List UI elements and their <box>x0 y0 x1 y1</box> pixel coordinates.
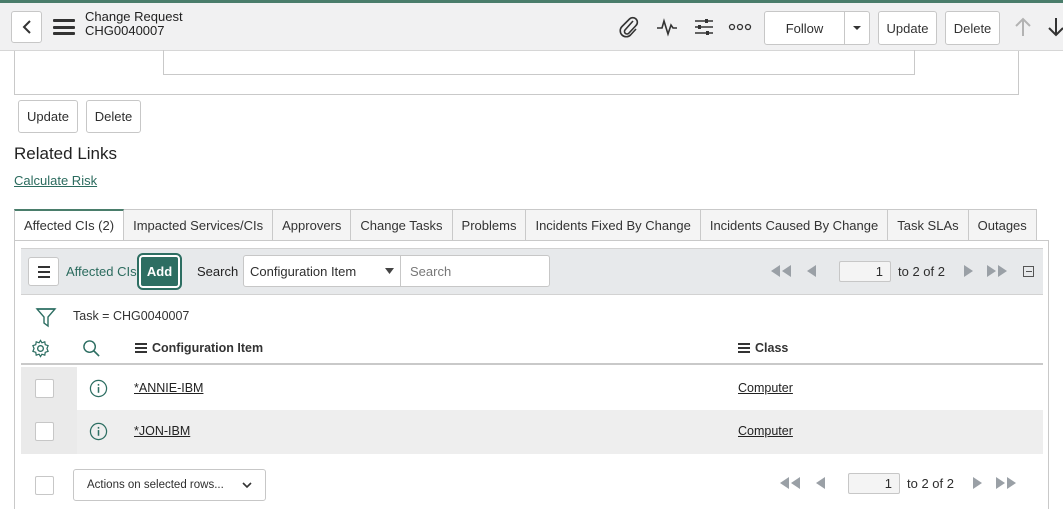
list-toolbar: Affected CIs Add Search Configuration It… <box>21 248 1043 295</box>
page-number-input[interactable]: 1 <box>848 472 900 494</box>
paperclip-icon[interactable] <box>617 15 641 39</box>
column-header-class[interactable]: Class <box>738 341 788 355</box>
arrow-down-icon[interactable] <box>1044 15 1063 39</box>
class-link[interactable]: Computer <box>738 381 793 395</box>
search-field-value: Configuration Item <box>250 263 357 279</box>
column-label: Class <box>755 341 789 355</box>
tab-outages[interactable]: Outages <box>968 209 1037 241</box>
page-number-input[interactable]: 1 <box>839 260 891 282</box>
list-title[interactable]: Affected CIs <box>66 264 137 279</box>
search-label: Search <box>197 264 239 279</box>
search-input[interactable]: Search <box>400 255 550 287</box>
textarea-field[interactable] <box>163 50 915 75</box>
chevron-down-icon <box>385 268 394 274</box>
column-menu-icon[interactable] <box>738 343 750 353</box>
row-checkbox[interactable] <box>35 379 54 398</box>
form-section <box>14 50 1019 95</box>
page-range: to 2 of 2 <box>898 263 945 279</box>
gear-icon[interactable] <box>31 339 50 358</box>
back-icon <box>22 20 31 34</box>
tab-change-tasks[interactable]: Change Tasks <box>351 209 453 241</box>
chevron-down-icon <box>242 481 252 488</box>
list-menu-button[interactable] <box>28 257 59 286</box>
ci-link[interactable]: *ANNIE-IBM <box>134 381 203 395</box>
activity-icon[interactable] <box>655 15 679 39</box>
table-row: *JON-IBM Computer <box>21 410 1043 454</box>
info-icon[interactable] <box>89 422 108 441</box>
page-range: to 2 of 2 <box>907 475 954 491</box>
tab-approvers[interactable]: Approvers <box>273 209 352 241</box>
tab-affected-cis[interactable]: Affected CIs (2) <box>14 209 125 241</box>
actions-select-value: Actions on selected rows... <box>87 479 224 491</box>
column-menu-icon[interactable] <box>135 343 147 353</box>
column-header-configuration-item[interactable]: Configuration Item <box>135 341 263 355</box>
follow-button-group: Follow <box>764 11 870 45</box>
arrow-up-icon[interactable] <box>1011 15 1035 39</box>
tab-task-slas[interactable]: Task SLAs <box>888 209 969 241</box>
pager-bottom: 1 to 2 of 2 <box>778 472 1018 494</box>
pager-top: 1 to 2 of 2 <box>769 260 1009 282</box>
last-page-icon[interactable] <box>984 265 1009 277</box>
related-list-panel: Affected CIs Add Search Configuration It… <box>14 240 1049 509</box>
prev-page-icon[interactable] <box>806 265 817 277</box>
related-links-title: Related Links <box>14 144 118 163</box>
search-icon[interactable] <box>82 339 101 358</box>
first-page-icon[interactable] <box>769 265 794 277</box>
row-checkbox[interactable] <box>35 422 54 441</box>
tab-incidents-caused[interactable]: Incidents Caused By Change <box>700 209 889 241</box>
more-icon[interactable] <box>728 15 752 39</box>
next-page-icon[interactable] <box>963 265 974 277</box>
last-page-icon[interactable] <box>993 477 1018 489</box>
form-update-button[interactable]: Update <box>18 100 78 133</box>
actions-select[interactable]: Actions on selected rows... <box>73 469 266 501</box>
column-label: Configuration Item <box>152 341 264 355</box>
record-header: Change Request CHG0040007 Follow Update … <box>0 0 1063 51</box>
add-button[interactable]: Add <box>137 253 182 290</box>
funnel-icon[interactable] <box>35 306 57 328</box>
filter-condition[interactable]: Task = CHG0040007 <box>73 309 189 323</box>
filter-breadcrumb: Task = CHG0040007 <box>21 305 1021 329</box>
delete-button[interactable]: Delete <box>945 11 1000 45</box>
next-page-icon[interactable] <box>972 477 983 489</box>
collapse-icon[interactable] <box>1023 266 1034 277</box>
info-icon[interactable] <box>89 379 108 398</box>
follow-dropdown[interactable] <box>845 12 869 44</box>
record-type: Change Request <box>85 9 183 24</box>
table-row: *ANNIE-IBM Computer <box>21 367 1043 411</box>
form-delete-button[interactable]: Delete <box>86 100 141 133</box>
menu-icon[interactable] <box>53 16 75 38</box>
calculate-risk-link[interactable]: Calculate Risk <box>14 173 97 188</box>
chevron-down-icon <box>853 26 861 30</box>
record-title: Change Request CHG0040007 <box>85 10 183 38</box>
ci-link[interactable]: *JON-IBM <box>134 424 190 438</box>
record-number: CHG0040007 <box>85 23 165 38</box>
related-list-tabs: Affected CIs (2) Impacted Services/CIs A… <box>14 209 1037 241</box>
tab-impacted-services[interactable]: Impacted Services/CIs <box>124 209 274 241</box>
follow-button[interactable]: Follow <box>765 12 845 44</box>
list-footer: Actions on selected rows... 1 to 2 of 2 <box>21 464 1043 509</box>
list-header: Configuration Item Class <box>21 334 1043 365</box>
search-field-select[interactable]: Configuration Item <box>243 255 401 287</box>
tab-problems[interactable]: Problems <box>452 209 527 241</box>
class-link[interactable]: Computer <box>738 424 793 438</box>
prev-page-icon[interactable] <box>815 477 826 489</box>
tab-incidents-fixed[interactable]: Incidents Fixed By Change <box>526 209 701 241</box>
update-button[interactable]: Update <box>878 11 937 45</box>
back-button[interactable] <box>11 11 42 43</box>
select-all-checkbox[interactable] <box>35 476 54 495</box>
settings-sliders-icon[interactable] <box>692 15 716 39</box>
first-page-icon[interactable] <box>778 477 803 489</box>
